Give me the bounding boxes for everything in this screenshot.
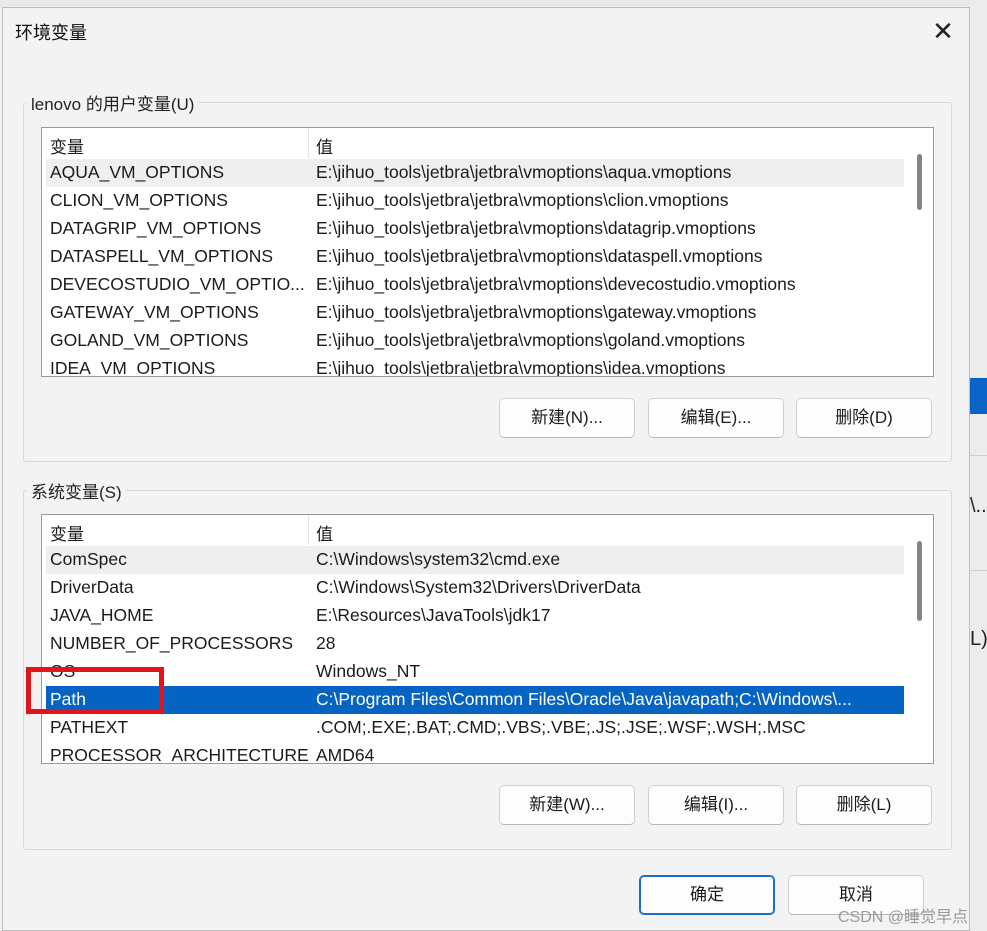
scrollbar-thumb[interactable] — [917, 541, 922, 621]
table-row[interactable]: GOLAND_VM_OPTIONS E:\jihuo_tools\jetbra\j… — [46, 327, 904, 355]
variable-name: DATAGRIP_VM_OPTIONS — [50, 218, 262, 238]
column-divider[interactable] — [308, 515, 309, 545]
user-new-button[interactable]: 新建(N)... — [499, 398, 635, 438]
user-variables-label: lenovo 的用户变量(U) — [27, 90, 199, 115]
variable-value: 28 — [316, 633, 336, 653]
close-icon[interactable]: ✕ — [923, 14, 963, 48]
table-row[interactable]: AQUA_VM_OPTIONS E:\jihuo_tools\jetbra\jet… — [46, 159, 904, 187]
variable-name: PROCESSOR_ARCHITECTURE — [50, 745, 309, 764]
variable-value: E:\jihuo_tools\jetbra\jetbra\vmoptions\g… — [316, 302, 757, 322]
background-selection — [970, 378, 987, 414]
table-row[interactable]: CLION_VM_OPTIONS E:\jihuo_tools\jetbra\je… — [46, 187, 904, 215]
background-divider — [970, 570, 987, 571]
table-row[interactable]: DATAGRIP_VM_OPTIONS E:\jihuo_tools\jetbra… — [46, 215, 904, 243]
table-row[interactable]: PATHEXT .COM;.EXE;.BAT;.CMD;.VBS;.VBE;.JS… — [46, 714, 904, 742]
variable-name: ComSpec — [50, 549, 127, 569]
column-header-value[interactable]: 值 — [316, 133, 333, 158]
variable-value: C:\Program Files\Common Files\Oracle\Jav… — [316, 689, 852, 709]
user-variables-list[interactable]: 变量 值 AQUA_VM_OPTIONS E:\jihuo_tools\jetbr… — [41, 127, 934, 377]
variable-value: E:\jihuo_tools\jetbra\jetbra\vmoptions\i… — [316, 358, 726, 377]
system-new-button[interactable]: 新建(W)... — [499, 785, 635, 825]
variable-name: NUMBER_OF_PROCESSORS — [50, 633, 294, 653]
dialog-title: 环境变量 — [15, 23, 87, 43]
background-text-fragment: \.. — [970, 495, 987, 517]
variable-value: E:\jihuo_tools\jetbra\jetbra\vmoptions\c… — [316, 190, 729, 210]
variable-name: DATASPELL_VM_OPTIONS — [50, 246, 274, 266]
user-delete-button[interactable]: 删除(D) — [796, 398, 932, 438]
column-divider[interactable] — [308, 128, 309, 158]
variable-name: PATHEXT — [50, 717, 129, 737]
annotation-highlight-box — [26, 667, 164, 714]
table-row[interactable]: ComSpec C:\Windows\system32\cmd.exe — [46, 546, 904, 574]
table-row[interactable]: GATEWAY_VM_OPTIONS E:\jihuo_tools\jetbra\… — [46, 299, 904, 327]
user-edit-button[interactable]: 编辑(E)... — [648, 398, 784, 438]
column-header-value[interactable]: 值 — [316, 520, 333, 545]
variable-value: E:\jihuo_tools\jetbra\jetbra\vmoptions\g… — [316, 330, 745, 350]
variable-name: IDEA_VM_OPTIONS — [50, 358, 216, 377]
variable-value: E:\jihuo_tools\jetbra\jetbra\vmoptions\a… — [316, 162, 732, 182]
variable-name: AQUA_VM_OPTIONS — [50, 162, 225, 182]
variable-name: DEVECOSTUDIO_VM_OPTIO... — [50, 274, 305, 294]
system-list-scrollbar[interactable] — [907, 515, 933, 763]
variable-name: CLION_VM_OPTIONS — [50, 190, 228, 210]
table-row[interactable]: Path C:\Program Files\Common Files\Oracle… — [46, 686, 904, 714]
table-row[interactable]: IDEA_VM_OPTIONS E:\jihuo_tools\jetbra\jet… — [46, 355, 904, 377]
ok-button[interactable]: 确定 — [639, 875, 775, 915]
table-row[interactable]: JAVA_HOME E:\Resources\JavaTools\jdk17 — [46, 602, 904, 630]
variable-value: Windows_NT — [316, 661, 421, 681]
variable-value: C:\Windows\system32\cmd.exe — [316, 549, 561, 569]
system-variables-list[interactable]: 变量 值 ComSpec C:\Windows\system32\cmd.exe D… — [41, 514, 934, 764]
title-bar: 环境变量 ✕ — [3, 8, 969, 54]
variable-value: E:\Resources\JavaTools\jdk17 — [316, 605, 551, 625]
variable-value: C:\Windows\System32\Drivers\DriverData — [316, 577, 641, 597]
variable-name: DriverData — [50, 577, 134, 597]
background-app-edge: \.. L) — [970, 0, 987, 931]
scrollbar-thumb[interactable] — [917, 154, 922, 210]
variable-value: E:\jihuo_tools\jetbra\jetbra\vmoptions\d… — [316, 246, 763, 266]
list-header: 变量 值 — [42, 515, 933, 545]
variable-name: JAVA_HOME — [50, 605, 154, 625]
variable-value: E:\jihuo_tools\jetbra\jetbra\vmoptions\d… — [316, 218, 756, 238]
variable-value: AMD64 — [316, 745, 375, 764]
system-variables-label: 系统变量(S) — [27, 478, 126, 503]
system-delete-button[interactable]: 删除(L) — [796, 785, 932, 825]
list-header: 变量 值 — [42, 128, 933, 158]
table-row[interactable]: DEVECOSTUDIO_VM_OPTIO... E:\jihuo_tools\j… — [46, 271, 904, 299]
background-text-fragment: L) — [970, 628, 987, 650]
variable-name: GATEWAY_VM_OPTIONS — [50, 302, 259, 322]
column-header-name[interactable]: 变量 — [50, 520, 84, 545]
system-edit-button[interactable]: 编辑(I)... — [648, 785, 784, 825]
table-row[interactable]: DriverData C:\Windows\System32\Drivers\Dr… — [46, 574, 904, 602]
table-row[interactable]: OS Windows_NT — [46, 658, 904, 686]
user-list-scrollbar[interactable] — [907, 128, 933, 376]
environment-variables-dialog: 环境变量 ✕ lenovo 的用户变量(U) 变量 值 AQUA_VM_OPTI… — [2, 7, 970, 931]
background-divider — [970, 455, 987, 456]
table-row[interactable]: DATASPELL_VM_OPTIONS E:\jihuo_tools\jetbr… — [46, 243, 904, 271]
variable-value: .COM;.EXE;.BAT;.CMD;.VBS;.VBE;.JS;.JSE;.… — [316, 717, 806, 737]
table-row[interactable]: NUMBER_OF_PROCESSORS 28 — [46, 630, 904, 658]
variable-value: E:\jihuo_tools\jetbra\jetbra\vmoptions\d… — [316, 274, 796, 294]
table-row[interactable]: PROCESSOR_ARCHITECTURE AMD64 — [46, 742, 904, 764]
watermark: CSDN @睡觉早点 — [838, 909, 969, 926]
variable-name: GOLAND_VM_OPTIONS — [50, 330, 249, 350]
column-header-name[interactable]: 变量 — [50, 133, 84, 158]
